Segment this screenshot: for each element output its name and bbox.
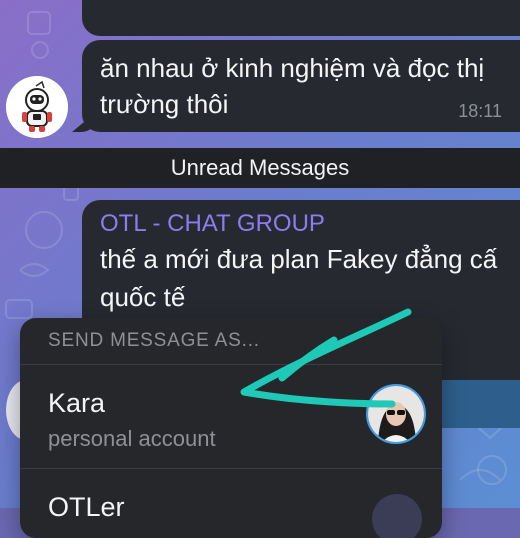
profile-photo-avatar <box>366 384 426 444</box>
message-line: trường thôi <box>100 89 229 119</box>
send-as-menu: SEND MESSAGE AS... Kara personal account… <box>20 318 442 538</box>
sender-avatar[interactable] <box>6 76 68 138</box>
message-bubble[interactable]: ăn nhau ở kinh nghiệm và đọc thị trường … <box>72 40 520 132</box>
message-text: ăn nhau ở kinh nghiệm và đọc thị trường … <box>100 50 484 122</box>
account-type: personal account <box>48 426 216 451</box>
message-text: thế a mới đưa plan Fakey đẳng cấ quốc tế <box>100 240 497 316</box>
menu-divider <box>20 364 442 365</box>
incoming-bubble-partial <box>440 380 520 428</box>
sender-name[interactable]: OTL - CHAT GROUP <box>100 210 325 238</box>
group-avatar-icon <box>372 494 422 538</box>
message-line: thế a mới đưa plan Fakey đẳng cấ <box>100 244 498 274</box>
menu-header: SEND MESSAGE AS... <box>48 330 260 351</box>
profile-photo-icon <box>368 386 424 442</box>
message-timestamp: 18:11 <box>458 101 502 121</box>
account-name: Kara <box>48 388 106 418</box>
message-bubble-previous[interactable] <box>82 0 520 36</box>
unread-messages-separator: Unread Messages <box>0 148 520 188</box>
message-line: quốc tế <box>100 282 186 312</box>
message-line: ăn nhau ở kinh nghiệm và đọc thị <box>100 53 485 83</box>
astronaut-icon <box>6 76 68 138</box>
menu-divider <box>20 468 442 469</box>
